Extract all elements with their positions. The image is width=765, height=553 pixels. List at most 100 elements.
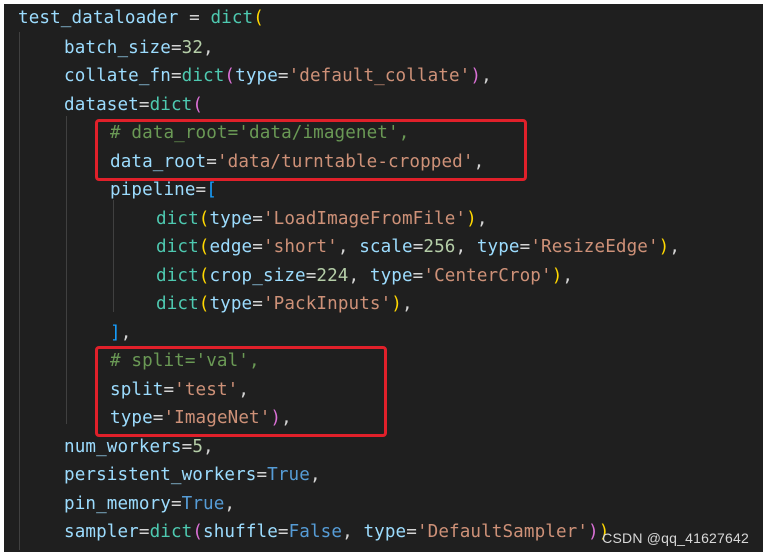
variable-token: persistent_workers (64, 465, 257, 485)
code-line: sampler=dict(shuffle=False, type='Defaul… (64, 518, 609, 546)
number-token: 224 (316, 266, 349, 286)
operator-token: , (309, 465, 321, 485)
operator-token: , (224, 494, 236, 514)
indent-guide (19, 32, 20, 550)
operator-token: = (195, 180, 207, 200)
operator-token: = (138, 95, 150, 115)
operator-token: , (455, 237, 477, 257)
operator-token: = (170, 494, 182, 514)
highlight-box-data-root (95, 119, 527, 181)
bracket-token: ) (658, 237, 670, 257)
operator-token: , (669, 237, 681, 257)
code-line: test_dataloader = dict( (18, 4, 264, 32)
string-token: 'default_collate' (288, 66, 471, 86)
operator-token: , (401, 294, 413, 314)
operator-token: , (203, 38, 214, 58)
code-line: ], (110, 319, 131, 347)
code-line: persistent_workers=True, (64, 461, 321, 489)
bracket-token: ( (192, 522, 204, 542)
operator-token: = (406, 522, 417, 542)
operator-token: = (170, 66, 182, 86)
operator-token: , (120, 323, 132, 343)
function-token: dict (156, 294, 199, 314)
bracket-token: ( (198, 237, 210, 257)
bracket-token: ] (110, 323, 121, 343)
function-token: dict (156, 266, 199, 286)
operator-token: = (305, 266, 317, 286)
keyword-token: True (267, 465, 310, 485)
string-token: 'LoadImageFromFile' (262, 209, 467, 229)
keyword-token: False (288, 522, 343, 542)
function-token: dict (149, 522, 193, 542)
code-editor[interactable]: test_dataloader = dict( batch_size=32, c… (4, 4, 763, 552)
indent-guide (113, 200, 114, 312)
variable-token: type (235, 66, 278, 86)
screenshot-frame: test_dataloader = dict( batch_size=32, c… (0, 0, 765, 553)
operator-token: , (348, 266, 370, 286)
code-line: collate_fn=dict(type='default_collate'), (64, 62, 492, 90)
bracket-token: ) (551, 266, 563, 286)
operator-token: , (203, 437, 214, 457)
code-line: pin_memory=True, (64, 490, 235, 518)
variable-token: pin_memory (64, 494, 171, 514)
variable-token: sampler (64, 522, 139, 542)
watermark: CSDN @qq_41627642 (602, 530, 749, 546)
variable-token: type (369, 266, 413, 286)
bracket-token: ( (192, 95, 204, 115)
operator-token: = (277, 66, 289, 86)
variable-token: type (209, 209, 253, 229)
variable-token: type (476, 237, 520, 257)
variable-token: pipeline (110, 180, 196, 200)
code-line: num_workers=5, (64, 433, 214, 461)
operator-token: = (412, 266, 424, 286)
code-line: dict(type='PackInputs'), (156, 290, 413, 318)
variable-token: shuffle (203, 522, 278, 542)
code-line: dict(crop_size=224, type='CenterCrop'), (156, 262, 573, 290)
bracket-token: ( (198, 266, 210, 286)
operator-token: = (252, 294, 263, 314)
function-token: dict (156, 237, 199, 257)
variable-token: crop_size (209, 266, 306, 286)
bracket-token: ) (470, 66, 482, 86)
string-token: 'PackInputs' (262, 294, 392, 314)
variable-token: dataset (64, 95, 139, 115)
variable-token: edge (209, 237, 253, 257)
number-token: 5 (192, 437, 204, 457)
function-token: dict (156, 209, 199, 229)
indent-guide (66, 116, 67, 424)
operator-token: = (412, 237, 424, 257)
operator-token: = (277, 522, 289, 542)
string-token: 'short' (262, 237, 338, 257)
number-token: 256 (423, 237, 456, 257)
variable-token: scale (359, 237, 413, 257)
code-line: batch_size=32, (64, 34, 214, 62)
code-line: dataset=dict( (64, 91, 203, 119)
operator-token: = (252, 209, 263, 229)
operator-token: = (178, 8, 211, 28)
operator-token: , (562, 266, 574, 286)
bracket-token: ( (253, 8, 264, 28)
bracket-token: ( (198, 209, 210, 229)
operator-token: , (476, 209, 488, 229)
operator-token: = (256, 465, 268, 485)
highlight-box-split-type (95, 346, 387, 437)
function-token: dict (181, 66, 225, 86)
string-token: 'ResizeEdge' (530, 237, 659, 257)
operator-token: = (181, 437, 193, 457)
variable-token: type (209, 294, 253, 314)
variable-token: test_dataloader (18, 8, 179, 28)
operator-token: , (337, 237, 360, 257)
bracket-token: ) (391, 294, 402, 314)
bracket-token: [ (206, 180, 217, 200)
bracket-token: ( (198, 294, 210, 314)
keyword-token: True (181, 494, 225, 514)
code-line: dict(type='LoadImageFromFile'), (156, 205, 488, 233)
bracket-token: ) (588, 522, 599, 542)
bracket-token: ( (224, 66, 236, 86)
string-token: 'CenterCrop' (423, 266, 552, 286)
variable-token: collate_fn (64, 66, 171, 86)
number-token: 32 (181, 38, 204, 58)
bracket-token: ) (466, 209, 477, 229)
code-line: dict(edge='short', scale=256, type='Resi… (156, 233, 680, 261)
operator-token: = (138, 522, 150, 542)
